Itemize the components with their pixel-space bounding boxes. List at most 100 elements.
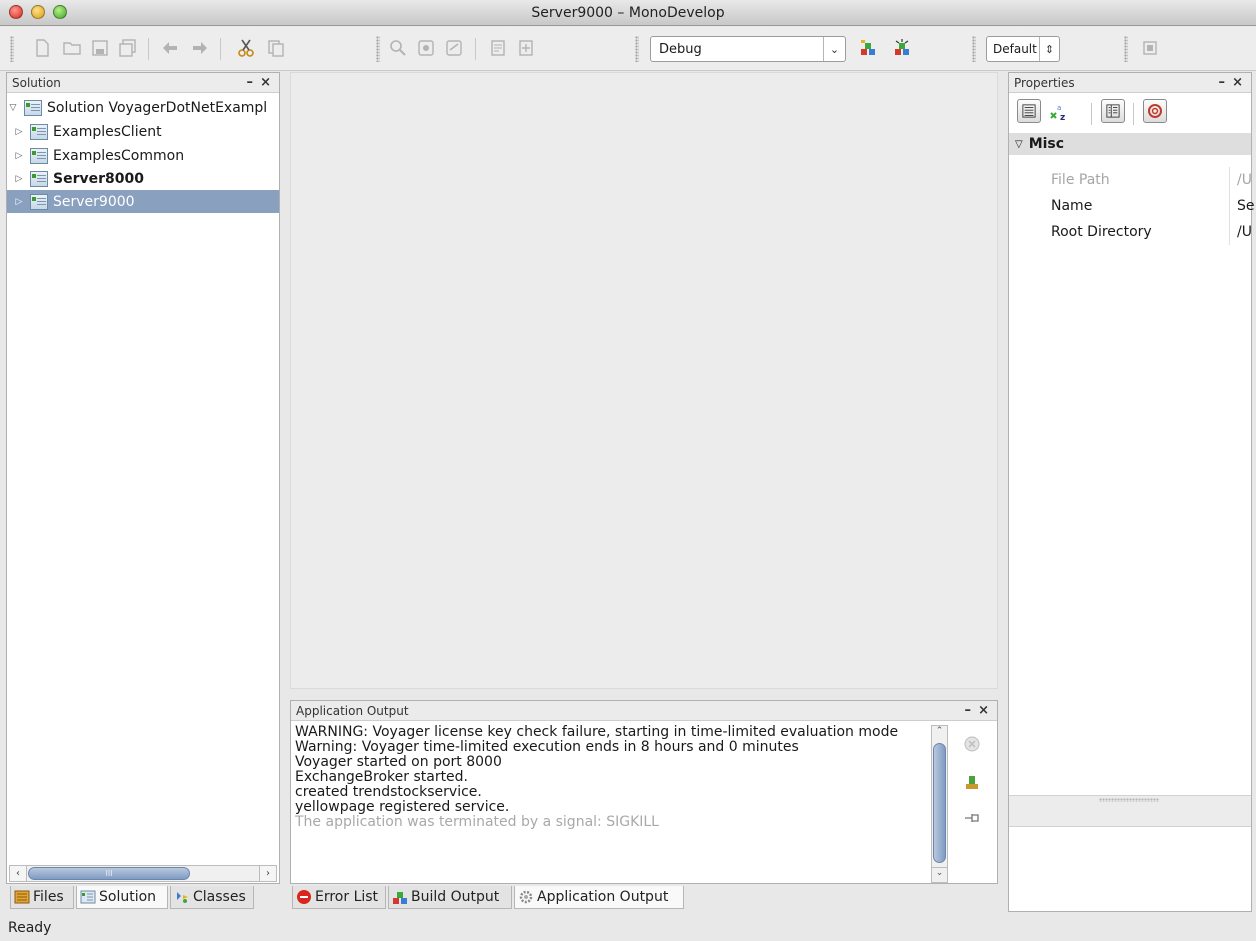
show-details-button[interactable] xyxy=(1101,99,1125,123)
updown-arrows-icon: ⇕ xyxy=(1039,37,1059,61)
output-terminated-line: The application was terminated by a sign… xyxy=(295,814,659,830)
expander-closed-icon[interactable]: ▷ xyxy=(13,174,25,184)
replace-icon[interactable] xyxy=(444,38,464,58)
find-icon[interactable] xyxy=(388,38,408,58)
scroll-up-icon[interactable]: ⌃ xyxy=(932,726,947,741)
scroll-thumb[interactable]: III xyxy=(28,867,190,880)
open-folder-icon[interactable] xyxy=(62,38,82,58)
build-icon[interactable] xyxy=(858,38,878,58)
layout-icon[interactable] xyxy=(1140,38,1160,58)
tab-files[interactable]: Files xyxy=(10,886,74,909)
property-value: /U xyxy=(1229,167,1255,193)
cut-icon[interactable] xyxy=(236,38,256,58)
files-icon xyxy=(14,889,30,905)
layout-select[interactable]: Default ⇕ xyxy=(986,36,1060,62)
tab-build-output[interactable]: Build Output xyxy=(388,886,512,909)
scroll-right-icon[interactable]: › xyxy=(259,866,276,881)
close-pad-button[interactable]: × xyxy=(260,75,271,90)
stop-icon[interactable] xyxy=(963,735,981,753)
output-text[interactable]: WARNING: Voyager license key check failu… xyxy=(295,725,931,830)
minimize-pad-button[interactable]: – xyxy=(1219,75,1226,90)
property-row-name[interactable]: Name Se xyxy=(1009,193,1255,219)
layout-value: Default xyxy=(993,42,1037,56)
toolbar-grip[interactable] xyxy=(635,36,639,62)
toolbar-grip[interactable] xyxy=(1124,36,1128,62)
chevron-down-icon: ⌄ xyxy=(823,37,845,61)
expander-open-icon[interactable]: ▽ xyxy=(7,103,19,113)
property-section-misc[interactable]: ▽ Misc xyxy=(1009,133,1251,155)
solution-pad: Solution – × ▽ Solution VoyagerDotNetExa… xyxy=(6,72,280,884)
error-icon xyxy=(296,889,312,905)
status-bar: Ready xyxy=(0,916,1256,941)
scroll-left-icon[interactable]: ‹ xyxy=(10,866,27,881)
build-icon xyxy=(392,889,408,905)
tab-error-list[interactable]: Error List xyxy=(292,886,386,909)
tree-root[interactable]: ▽ Solution VoyagerDotNetExampl xyxy=(7,96,279,119)
output-vertical-scrollbar[interactable]: ⌃ ⌄ xyxy=(931,725,948,883)
find-in-files-icon[interactable] xyxy=(416,38,436,58)
tab-classes[interactable]: Classes xyxy=(170,886,254,909)
minimize-pad-button[interactable]: – xyxy=(247,75,254,90)
tree-item-examplesclient[interactable]: ▷ ExamplesClient xyxy=(7,120,279,143)
pin-icon[interactable] xyxy=(963,809,981,827)
categorized-view-button[interactable] xyxy=(1017,99,1041,123)
main-toolbar: Debug ⌄ Default ⇕ xyxy=(0,27,1256,71)
property-description-splitter[interactable] xyxy=(1009,795,1251,827)
sort-alphabetical-icon[interactable]: az xyxy=(1049,101,1073,123)
expander-closed-icon[interactable]: ▷ xyxy=(13,197,25,207)
status-text: Ready xyxy=(8,920,52,936)
toolbar-separator xyxy=(148,38,149,60)
toolbar-grip[interactable] xyxy=(972,36,976,62)
toolbar-separator xyxy=(220,38,221,60)
clear-icon[interactable] xyxy=(963,773,981,791)
tree-item-label: ExamplesCommon xyxy=(53,147,185,164)
redo-icon[interactable] xyxy=(190,38,210,58)
toggle-bookmark-icon[interactable] xyxy=(516,38,536,58)
scroll-thumb[interactable] xyxy=(933,743,946,863)
save-all-icon[interactable] xyxy=(118,38,138,58)
tree-item-server9000[interactable]: ▷ Server9000 xyxy=(7,190,279,213)
save-icon[interactable] xyxy=(90,38,110,58)
rebuild-icon[interactable] xyxy=(892,38,912,58)
copy-icon[interactable] xyxy=(266,38,286,58)
undo-icon[interactable] xyxy=(160,38,180,58)
window-title: Server9000 – MonoDevelop xyxy=(531,5,725,21)
toolbar-grip[interactable] xyxy=(10,36,14,62)
scroll-down-icon[interactable]: ⌄ xyxy=(932,867,947,882)
close-pad-button[interactable]: × xyxy=(1232,75,1243,90)
solution-horizontal-scrollbar[interactable]: ‹ III › xyxy=(9,865,277,882)
tree-item-examplescommon[interactable]: ▷ ExamplesCommon xyxy=(7,144,279,167)
expander-closed-icon[interactable]: ▷ xyxy=(13,151,25,161)
property-row-file-path[interactable]: File Path /U xyxy=(1009,167,1252,193)
output-line: Warning: Voyager time-limited execution … xyxy=(295,739,799,755)
splitter-grip xyxy=(1099,798,1159,802)
csharp-project-icon xyxy=(30,170,48,187)
property-row-root-directory[interactable]: Root Directory /U xyxy=(1009,219,1252,245)
property-help-button[interactable] xyxy=(1143,99,1167,123)
expander-closed-icon[interactable]: ▷ xyxy=(13,127,25,137)
output-line: yellowpage registered service. xyxy=(295,799,510,815)
bookmark-icon[interactable] xyxy=(488,38,508,58)
editor-area[interactable] xyxy=(290,72,998,689)
title-bar: Server9000 – MonoDevelop xyxy=(0,0,1256,26)
svg-text:a: a xyxy=(1057,104,1061,112)
tree-item-server8000[interactable]: ▷ Server8000 xyxy=(7,167,279,190)
toolbar-separator xyxy=(1133,103,1134,125)
expander-open-icon[interactable]: ▽ xyxy=(1015,139,1023,150)
solution-icon xyxy=(80,889,96,905)
solution-pad-header: Solution – × xyxy=(7,73,279,93)
tab-application-output[interactable]: Application Output xyxy=(514,886,684,909)
property-value: Se xyxy=(1229,193,1255,219)
tab-solution[interactable]: Solution xyxy=(76,886,168,909)
new-file-icon[interactable] xyxy=(32,38,52,58)
output-pad-header: Application Output – × xyxy=(291,701,997,721)
output-line: Voyager started on port 8000 xyxy=(295,754,502,770)
close-pad-button[interactable]: × xyxy=(978,703,989,718)
configuration-select[interactable]: Debug ⌄ xyxy=(650,36,846,62)
tree-root-label: Solution VoyagerDotNetExampl xyxy=(47,99,268,116)
solution-pad-title: Solution xyxy=(12,76,61,90)
minimize-pad-button[interactable]: – xyxy=(965,703,972,718)
toolbar-separator xyxy=(475,38,476,60)
toolbar-grip[interactable] xyxy=(376,36,380,62)
property-value: /U xyxy=(1229,219,1255,245)
